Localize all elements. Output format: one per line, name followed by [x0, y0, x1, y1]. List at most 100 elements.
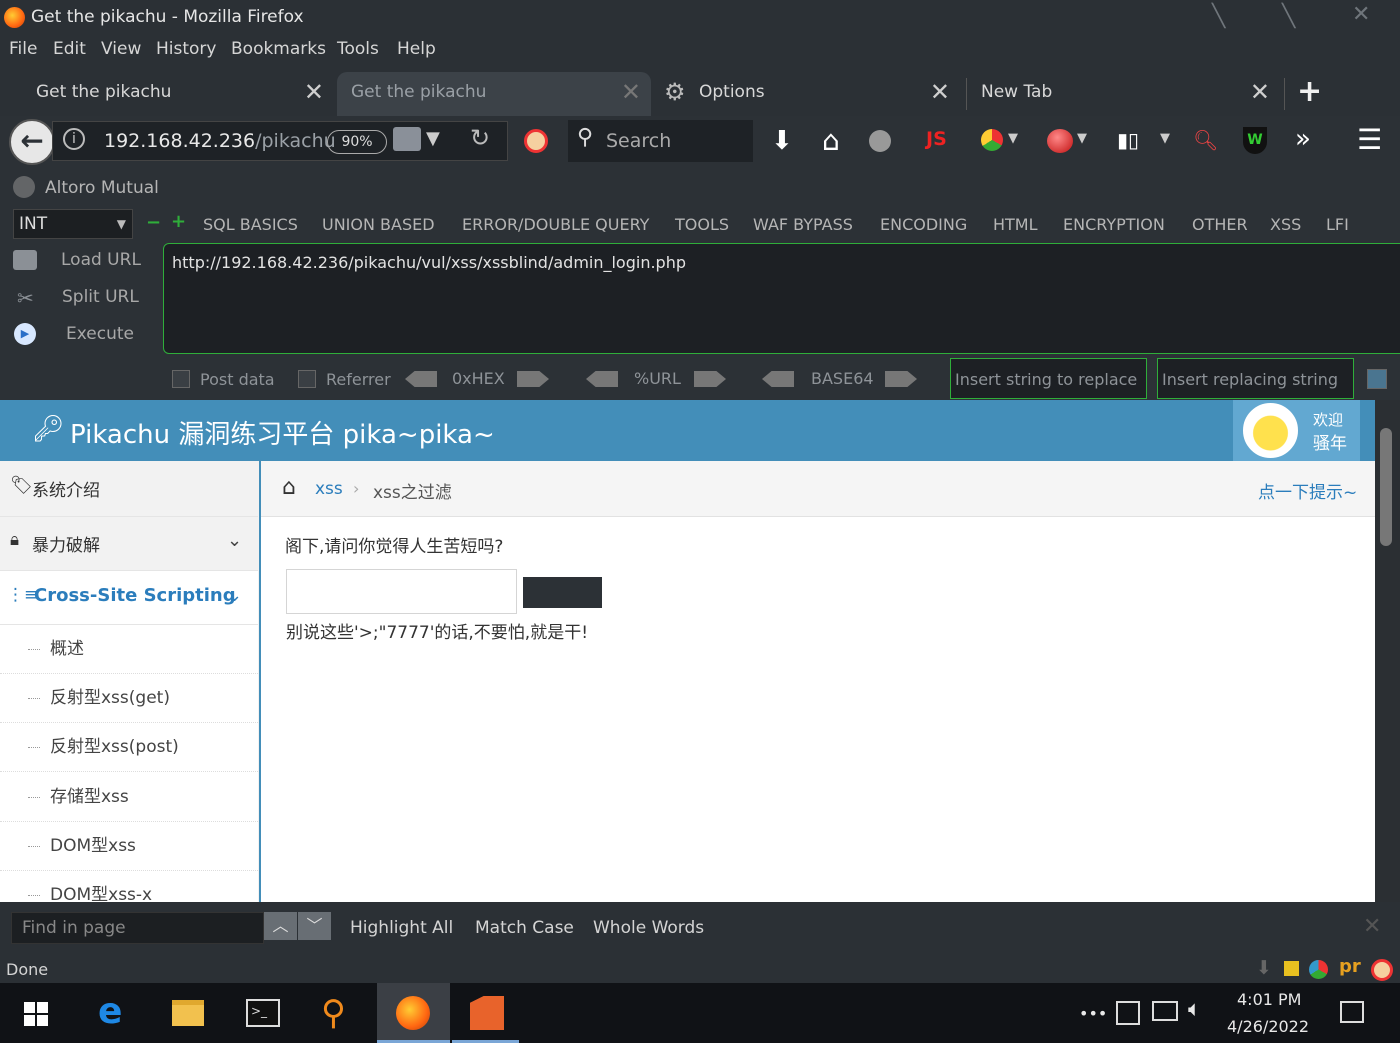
execute-button[interactable]: Execute: [66, 324, 134, 344]
hackbar-menu-union-based[interactable]: UNION BASED: [322, 215, 435, 234]
replacing-string-input[interactable]: Insert replacing string: [1157, 358, 1354, 399]
submenu-item-stored[interactable]: 存储型xss: [0, 773, 258, 822]
notifications-icon[interactable]: [1340, 1001, 1364, 1023]
new-tab-plus-icon[interactable]: +: [1297, 74, 1322, 109]
close-tab-icon[interactable]: ✕: [621, 72, 641, 112]
hex-right-arrow-icon[interactable]: [517, 371, 549, 387]
overflow-chevrons-icon[interactable]: »: [1295, 124, 1311, 154]
wappalyzer-shield-icon[interactable]: W: [1243, 127, 1267, 154]
hint-link[interactable]: 点一下提示~: [1258, 478, 1357, 503]
load-url-button[interactable]: Load URL: [61, 250, 141, 270]
referrer-checkbox[interactable]: [298, 370, 316, 388]
hex-left-arrow-icon[interactable]: [405, 371, 437, 387]
firefox-taskbar-button[interactable]: [377, 983, 450, 1043]
clock-date[interactable]: 4/26/2022: [1227, 1017, 1309, 1036]
replace-enable-checkbox[interactable]: [1367, 369, 1387, 389]
user-panel[interactable]: 欢迎 骚年: [1233, 400, 1360, 461]
base64-left-arrow-icon[interactable]: [762, 371, 794, 387]
breadcrumb-link-xss[interactable]: xss: [315, 479, 343, 499]
more-tray-icon[interactable]: •••: [1079, 1004, 1107, 1023]
url-left-arrow-icon[interactable]: [586, 371, 618, 387]
clock-time[interactable]: 4:01 PM: [1237, 990, 1301, 1009]
bookmark-altoro-mutual[interactable]: Altoro Mutual: [45, 178, 159, 198]
hamburger-menu-icon[interactable]: ☰: [1357, 123, 1382, 156]
hackbar-menu-sql-basics[interactable]: SQL BASICS: [203, 215, 298, 234]
terminal-icon[interactable]: >_: [246, 999, 280, 1027]
zoom-level[interactable]: 90%: [327, 130, 387, 154]
submenu-item-reflected-post[interactable]: 反射型xss(post): [0, 723, 258, 772]
tray-app-icon[interactable]: [1116, 1001, 1140, 1025]
hackbar-url-textarea[interactable]: http://192.168.42.236/pikachu/vul/xss/xs…: [163, 243, 1400, 354]
submenu-item-reflected-get[interactable]: 反射型xss(get): [0, 674, 258, 723]
find-next-button[interactable]: ﹀: [298, 912, 331, 940]
close-window-icon[interactable]: ✕: [1352, 2, 1370, 27]
page-scrollbar[interactable]: [1375, 400, 1400, 902]
hackbar-menu-html[interactable]: HTML: [993, 215, 1038, 234]
search-tool-icon[interactable]: ⚲: [321, 993, 346, 1033]
hackbar-menu-other[interactable]: OTHER: [1192, 215, 1248, 234]
hackbar-menu-lfi[interactable]: LFI: [1326, 215, 1349, 234]
burp-taskbar-button[interactable]: [452, 983, 519, 1043]
sidebar-item-intro[interactable]: 🏷︎ 系统介绍: [0, 461, 258, 517]
menu-bookmarks[interactable]: Bookmarks: [231, 39, 326, 59]
library-icon[interactable]: ▮▯: [1117, 128, 1139, 152]
home-icon[interactable]: ⌂: [822, 124, 840, 157]
submit-button[interactable]: [523, 577, 602, 608]
chrome-addon-icon[interactable]: [981, 129, 1003, 151]
scrollbar-thumb[interactable]: [1380, 428, 1392, 546]
menu-help[interactable]: Help: [397, 39, 436, 59]
chevron-down-icon[interactable]: ▼: [1077, 131, 1087, 146]
windows-start-icon[interactable]: [24, 1002, 48, 1026]
tab-options[interactable]: ⚙ Options ✕: [664, 72, 960, 116]
hackbar-menu-encoding[interactable]: ENCODING: [880, 215, 967, 234]
message-input[interactable]: [286, 569, 517, 614]
menu-history[interactable]: History: [156, 39, 216, 59]
close-tab-icon[interactable]: ✕: [304, 72, 324, 112]
submenu-item-dom-x[interactable]: DOM型xss-x: [0, 871, 258, 902]
chevron-down-icon[interactable]: ▼: [1008, 131, 1018, 146]
increase-icon[interactable]: +: [171, 211, 186, 232]
find-previous-button[interactable]: ︿: [264, 912, 297, 940]
base64-right-arrow-icon[interactable]: [885, 371, 917, 387]
replace-string-input[interactable]: Insert string to replace: [950, 358, 1147, 399]
download-icon[interactable]: ⬇: [771, 126, 793, 156]
type-select[interactable]: INT ▼: [13, 209, 133, 239]
hackbar-menu-xss[interactable]: XSS: [1270, 215, 1301, 234]
decrease-icon[interactable]: −: [146, 212, 161, 233]
tab-new[interactable]: New Tab ✕: [968, 72, 1280, 116]
whole-words-button[interactable]: Whole Words: [593, 918, 704, 938]
split-url-button[interactable]: Split URL: [62, 287, 139, 307]
menu-tools[interactable]: Tools: [337, 39, 379, 59]
close-tab-icon[interactable]: ✕: [930, 72, 950, 112]
chevron-down-icon[interactable]: ▼: [1160, 131, 1170, 146]
volume-icon[interactable]: 🔈︎: [1188, 997, 1201, 1022]
hackbar-menu-error-double-query[interactable]: ERROR/DOUBLE QUERY: [462, 215, 649, 234]
sidebar-item-xss[interactable]: ⋮≡ Cross-Site Scripting ⌄: [0, 571, 258, 625]
hackbar-menu-encryption[interactable]: ENCRYPTION: [1063, 215, 1165, 234]
reload-icon[interactable]: ↻: [470, 124, 490, 152]
addon-globe-icon[interactable]: [869, 130, 891, 152]
submenu-item-dom[interactable]: DOM型xss: [0, 822, 258, 871]
post-data-checkbox[interactable]: [172, 370, 190, 388]
noscript-blocked-icon[interactable]: [524, 129, 548, 153]
close-findbar-icon[interactable]: ✕: [1363, 914, 1381, 939]
menu-edit[interactable]: Edit: [53, 39, 86, 59]
minimize-icon[interactable]: ╲: [1212, 4, 1225, 29]
page-actions-icon[interactable]: [393, 127, 421, 151]
url-text[interactable]: 192.168.42.236/pikachu: [104, 130, 336, 152]
menu-view[interactable]: View: [101, 39, 141, 59]
submenu-item-overview[interactable]: 概述: [0, 625, 258, 674]
url-right-arrow-icon[interactable]: [694, 371, 726, 387]
highlight-all-button[interactable]: Highlight All: [350, 918, 453, 938]
red-sphere-addon-icon[interactable]: [1047, 129, 1073, 153]
chevron-down-icon[interactable]: ▼: [426, 128, 440, 149]
hackbar-menu-waf-bypass[interactable]: WAF BYPASS: [753, 215, 853, 234]
network-icon[interactable]: [1152, 1001, 1178, 1021]
home-icon[interactable]: ⌂: [282, 475, 296, 500]
sidebar-item-bruteforce[interactable]: 🔒︎ 暴力破解 ⌄: [0, 517, 258, 571]
file-explorer-icon[interactable]: [172, 1000, 204, 1026]
find-input[interactable]: Find in page: [11, 912, 264, 944]
close-tab-icon[interactable]: ✕: [1250, 72, 1270, 112]
match-case-button[interactable]: Match Case: [475, 918, 574, 938]
menu-file[interactable]: File: [9, 39, 37, 59]
